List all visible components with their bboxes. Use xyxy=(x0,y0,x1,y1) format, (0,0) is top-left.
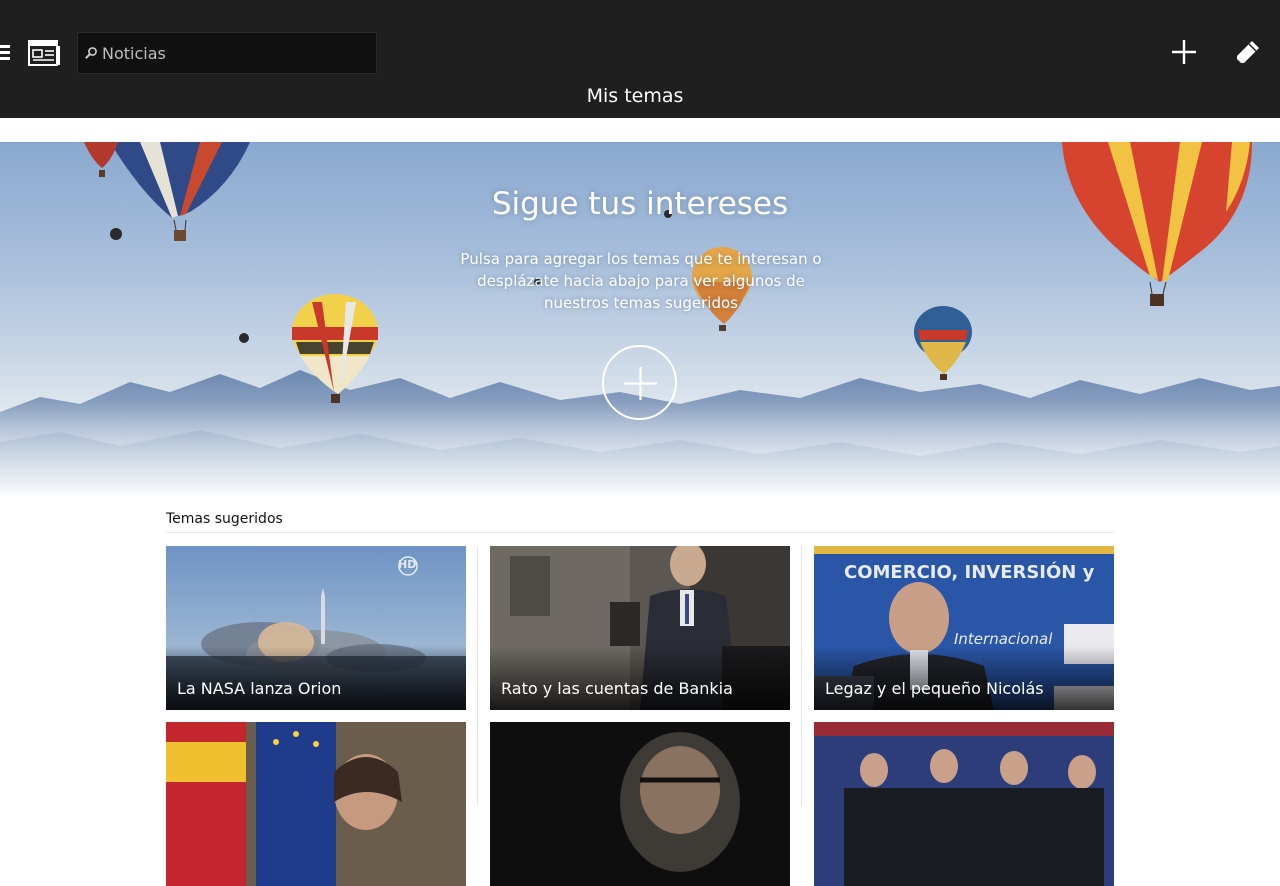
search-icon xyxy=(85,47,97,59)
menu-icon[interactable] xyxy=(0,44,10,62)
topic-tile-bankia[interactable]: Rato y las cuentas de Bankia xyxy=(490,546,790,710)
news-app-icon[interactable] xyxy=(28,40,60,66)
topic-tile-label: Rato y las cuentas de Bankia xyxy=(501,679,733,698)
suggested-topics-heading: Temas sugeridos xyxy=(166,511,1114,533)
add-icon[interactable] xyxy=(1168,36,1200,68)
hd-badge: HD xyxy=(398,558,417,571)
page-title: Mis temas xyxy=(586,85,684,107)
column-divider xyxy=(801,546,802,806)
suggested-topics-grid: HD La NASA lanza Orion Rato y las cuenta… xyxy=(166,546,1114,886)
portrait-photo xyxy=(490,722,790,886)
hero-banner: Sigue tus intereses Pulsa para agregar l… xyxy=(0,142,1280,496)
edit-icon[interactable] xyxy=(1232,38,1262,68)
column-divider xyxy=(477,546,478,806)
topic-tile-legaz[interactable]: COMERCIO, INVERSIÓN y Internacional Lega… xyxy=(814,546,1114,710)
topic-tile-label: La NASA lanza Orion xyxy=(177,679,342,698)
add-circle-icon[interactable] xyxy=(602,345,677,420)
topic-tile-nasa[interactable]: HD La NASA lanza Orion xyxy=(166,546,466,710)
photo-banner-text: COMERCIO, INVERSIÓN y xyxy=(844,562,1095,583)
flags-photo xyxy=(166,722,466,886)
meeting-photo xyxy=(814,722,1114,886)
topic-tile[interactable] xyxy=(166,722,466,886)
topic-tile-label: Legaz y el pequeño Nicolás xyxy=(825,679,1044,698)
search-input[interactable] xyxy=(102,33,372,73)
hero-title: Sigue tus intereses xyxy=(491,186,789,222)
hero-subtitle: Pulsa para agregar los temas que te inte… xyxy=(460,250,822,312)
search-box[interactable] xyxy=(77,32,377,74)
topic-tile[interactable] xyxy=(814,722,1114,886)
top-app-bar: Mis temas xyxy=(0,0,1280,118)
topic-tile[interactable] xyxy=(490,722,790,886)
